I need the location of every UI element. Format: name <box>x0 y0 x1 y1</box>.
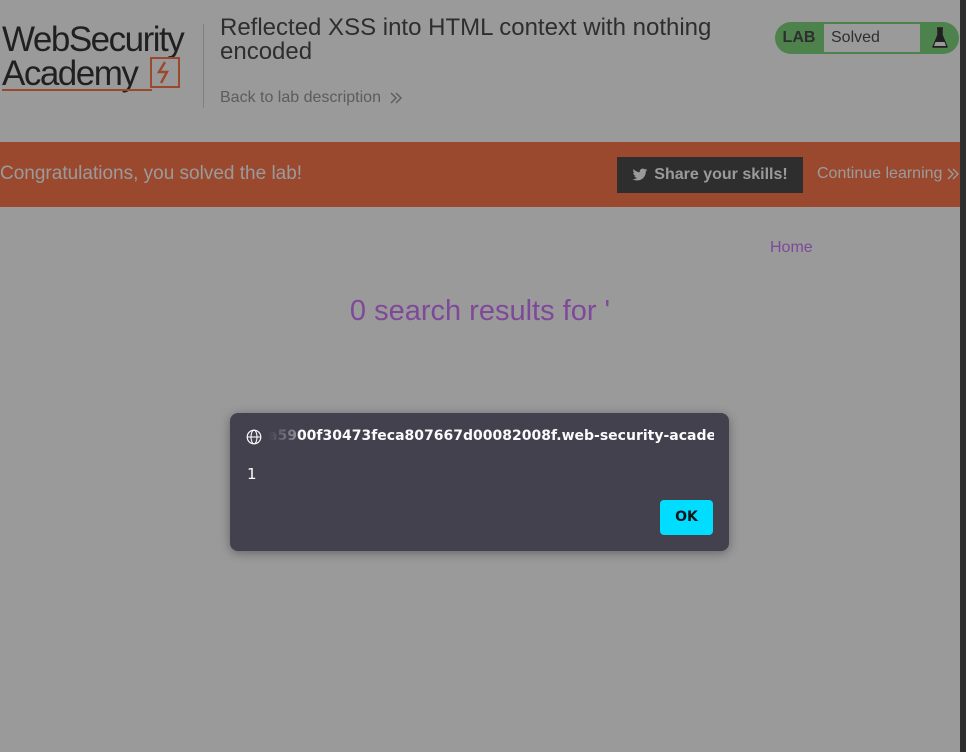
dialog-origin: a5900f30473feca807667d00082008f.web-secu… <box>268 428 714 444</box>
ok-button[interactable]: OK <box>660 500 713 535</box>
window-edge <box>960 0 966 752</box>
dialog-origin-host: 00f30473feca807667d00082008f.web-securit… <box>296 428 714 444</box>
modal-overlay <box>0 0 960 752</box>
dialog-message: 1 <box>247 465 257 483</box>
dialog-origin-faded: a59 <box>268 428 297 444</box>
globe-icon <box>246 429 262 445</box>
alert-dialog: a5900f30473feca807667d00082008f.web-secu… <box>230 413 729 551</box>
